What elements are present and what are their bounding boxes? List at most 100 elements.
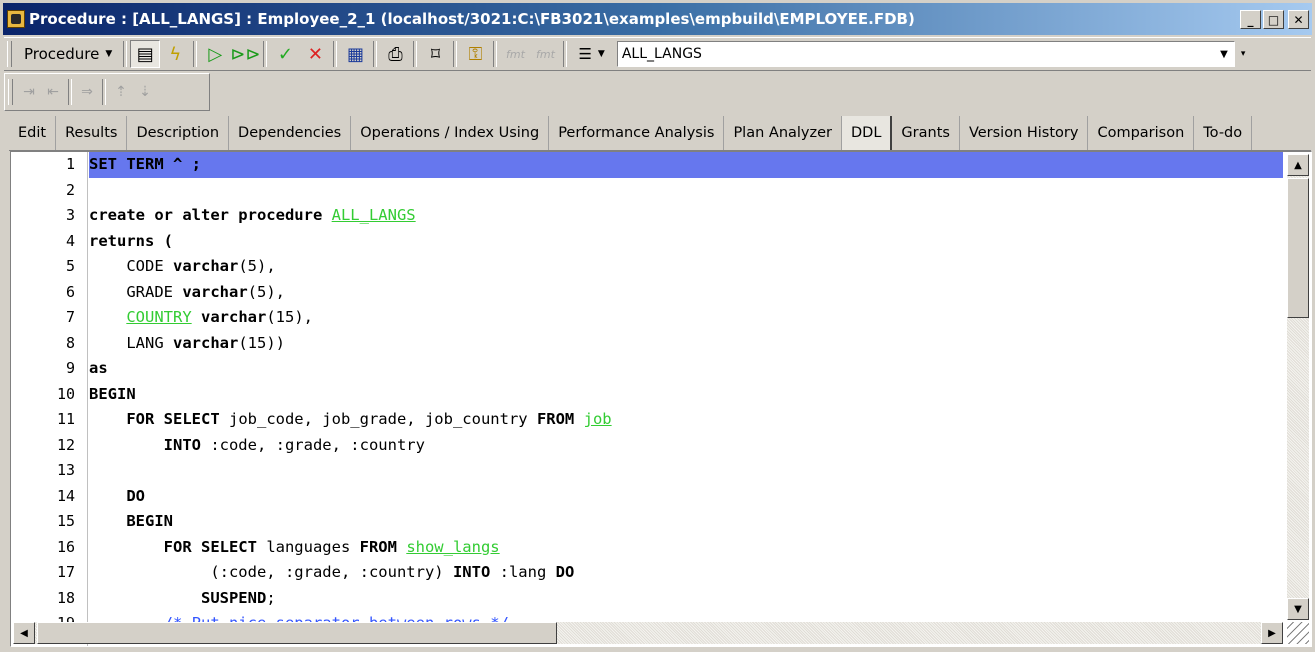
tab-ddl[interactable]: DDL (842, 116, 893, 150)
minimize-button[interactable]: _ (1240, 10, 1261, 29)
outdent-icon: ⇤ (47, 84, 59, 100)
close-button[interactable]: ✕ (1288, 10, 1309, 29)
line-number: 13 (56, 461, 75, 479)
code-line[interactable] (89, 178, 1283, 204)
indent-button[interactable]: ⇥ (17, 78, 41, 106)
code-line[interactable]: FOR SELECT languages FROM show_langs (89, 535, 1283, 561)
code-line[interactable] (89, 458, 1283, 484)
object-link[interactable]: COUNTRY (126, 308, 191, 326)
code-line[interactable]: returns ( (89, 229, 1283, 255)
tab-grants[interactable]: Grants (892, 116, 960, 150)
tab-dependencies[interactable]: Dependencies (229, 116, 352, 150)
code-line[interactable]: LANG varchar(15)) (89, 331, 1283, 357)
code-line[interactable]: create or alter procedure ALL_LANGS (89, 203, 1283, 229)
code-line[interactable]: /* Put nice separator between rows */ (89, 611, 1283, 622)
keys-button[interactable]: ⚿ (460, 40, 490, 68)
toolbar-grip[interactable] (8, 79, 13, 105)
code-text: :code, :grade, :country (200, 435, 425, 454)
tab-comparison[interactable]: Comparison (1088, 116, 1195, 150)
arrow-left-icon: ◀ (20, 627, 28, 639)
code-line[interactable]: as (89, 356, 1283, 382)
code-line[interactable]: BEGIN (89, 509, 1283, 535)
comment-icon: ⇒ (81, 84, 93, 100)
print-button[interactable]: ⎙ (380, 40, 410, 68)
grid-icon: ▦ (346, 43, 364, 65)
toolbar-grip[interactable] (7, 41, 12, 67)
code-line[interactable]: (:code, :grade, :country) INTO :lang DO (89, 560, 1283, 586)
tab-operations-index-using[interactable]: Operations / Index Using (351, 116, 550, 150)
object-type-dropdown[interactable]: Procedure ▼ (16, 40, 120, 68)
tab-performance-analysis[interactable]: Performance Analysis (549, 116, 725, 150)
ddl-view-button[interactable]: ▤ (130, 40, 161, 68)
object-link[interactable]: job (584, 410, 612, 428)
keys-icon: ⚿ (468, 43, 483, 65)
comment: /* Put nice separator between rows */ (89, 614, 509, 622)
run-button[interactable]: ▷ (200, 40, 230, 68)
tab-to-do[interactable]: To-do (1194, 116, 1253, 150)
code-line[interactable]: BEGIN (89, 382, 1283, 408)
toolbar-separator (123, 41, 128, 67)
scroll-down-button[interactable]: ▼ (1287, 598, 1309, 620)
title-bar: Procedure : [ALL_LANGS] : Employee_2_1 (… (3, 3, 1312, 35)
toolbar-overflow-icon[interactable]: ▾ (1241, 49, 1246, 59)
lightning-icon: ϟ (169, 43, 182, 65)
window-controls: _ □ ✕ (1240, 10, 1309, 29)
comment-button[interactable]: ⇒ (75, 78, 99, 106)
move-up-button[interactable]: ⇡ (109, 78, 133, 106)
code-text: (15)) (238, 333, 285, 352)
line-number-gutter: 12345678910111213141516171819 (11, 152, 88, 646)
tab-description[interactable]: Description (127, 116, 230, 150)
horizontal-scrollbar[interactable]: ◀ ▶ (13, 622, 1283, 644)
code-line[interactable]: INTO :code, :grade, :country (89, 433, 1283, 459)
ddl-editor[interactable]: 12345678910111213141516171819 SET TERM ^… (10, 151, 1312, 647)
format-icon: fmt (506, 47, 525, 61)
code-line[interactable]: DO (89, 484, 1283, 510)
code-line[interactable]: COUNTRY varchar(15), (89, 305, 1283, 331)
horizontal-scroll-thumb[interactable] (37, 622, 557, 644)
code-line[interactable]: FOR SELECT job_code, job_grade, job_coun… (89, 407, 1283, 433)
object-link[interactable]: show_langs (406, 538, 499, 556)
scroll-left-button[interactable]: ◀ (13, 622, 35, 644)
commit-button[interactable]: ✓ (270, 40, 300, 68)
object-name-combo[interactable]: ALL_LANGS ▼ (616, 41, 1235, 67)
vertical-scrollbar[interactable]: ▲ ▼ (1287, 154, 1309, 620)
toolbar-separator (413, 41, 418, 67)
window-title: Procedure : [ALL_LANGS] : Employee_2_1 (… (29, 10, 915, 28)
templates-dropdown[interactable]: ☰ ▼ (570, 40, 612, 68)
tab-version-history[interactable]: Version History (960, 116, 1089, 150)
scroll-up-button[interactable]: ▲ (1287, 154, 1309, 176)
code-line[interactable]: CODE varchar(5), (89, 254, 1283, 280)
keyword: create or alter procedure (89, 206, 332, 224)
document-icon: ▤ (136, 43, 154, 65)
code-line-selected[interactable]: SET TERM ^ ; (89, 152, 1283, 178)
outdent-button[interactable]: ⇤ (41, 78, 65, 106)
compile-button[interactable]: ϟ (160, 40, 190, 68)
scroll-right-button[interactable]: ▶ (1261, 622, 1283, 644)
tab-results[interactable]: Results (56, 116, 128, 150)
toolbar-separator (102, 79, 106, 105)
table-edit-button[interactable]: ▦ (340, 40, 370, 68)
caret-down-icon[interactable]: ▼ (1220, 49, 1228, 60)
code-line[interactable]: GRADE varchar(5), (89, 280, 1283, 306)
code-text: (5), (238, 257, 276, 275)
export-button[interactable]: ⌑ (420, 40, 450, 68)
keyword: DO (126, 486, 145, 505)
move-down-button[interactable]: ⇣ (133, 78, 157, 106)
format-button[interactable]: fmt (500, 40, 530, 68)
code-area[interactable]: SET TERM ^ ; create or alter procedure AL… (89, 152, 1283, 622)
tab-plan-analyzer[interactable]: Plan Analyzer (724, 116, 842, 150)
object-link[interactable]: ALL_LANGS (332, 206, 416, 224)
unformat-button[interactable]: fmt (530, 40, 560, 68)
run-step-button[interactable]: ⊳⊳ (230, 40, 260, 68)
code-text: CODE (89, 257, 173, 275)
keyword: FROM (536, 410, 575, 428)
arrow-down-icon: ▼ (1294, 603, 1302, 615)
resize-grip-icon[interactable] (1287, 622, 1309, 644)
maximize-button[interactable]: □ (1263, 10, 1284, 29)
rollback-button[interactable]: ✕ (300, 40, 330, 68)
code-line[interactable]: SUSPEND; (89, 586, 1283, 612)
tab-edit[interactable]: Edit (9, 116, 57, 150)
vertical-scroll-thumb[interactable] (1287, 178, 1309, 318)
